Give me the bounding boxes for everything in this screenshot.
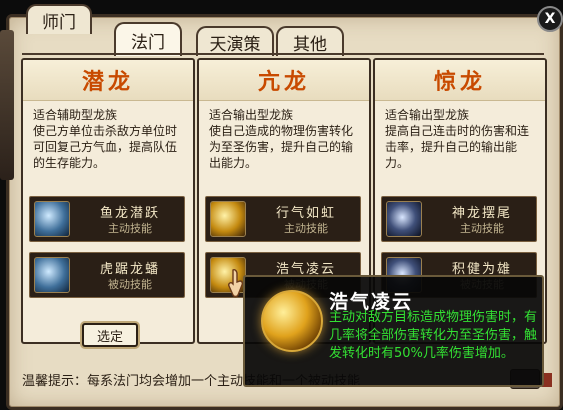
column-effect: 使自己造成的物理伤害转化为至圣伤害，提升自己的输出能力。 bbox=[209, 124, 354, 170]
skill-tooltip: 浩气凌云 主动对敌方目标造成物理伤害时，有几率将全部伤害转化为至圣伤害，触发转化… bbox=[243, 275, 544, 387]
blue-dragon-icon bbox=[34, 201, 70, 237]
skill-type: 主动技能 bbox=[460, 222, 504, 235]
skill-type: 被动技能 bbox=[108, 278, 152, 291]
column-description: 适合输出型龙族 提高自己连击时的伤害和连击率，提升自己的输出能力。 bbox=[375, 101, 545, 177]
tooltip-description: 主动对敌方目标造成物理伤害时，有几率将全部伤害转化为至圣伤害，触发转化时有50%… bbox=[329, 310, 538, 361]
column-title: 惊龙 bbox=[375, 60, 545, 101]
gold-dragon-icon bbox=[210, 201, 246, 237]
skill-shenlongbaiwei[interactable]: 神龙摆尾 主动技能 bbox=[381, 196, 537, 242]
column-title: 亢龙 bbox=[199, 60, 369, 101]
column-type: 适合输出型龙族 bbox=[209, 108, 294, 122]
tab-shimen[interactable]: 师门 bbox=[26, 4, 92, 34]
dark-dragon-icon bbox=[386, 201, 422, 237]
column-type: 适合输出型龙族 bbox=[385, 108, 470, 122]
tab-other[interactable]: 其他 bbox=[276, 26, 344, 56]
side-decoration bbox=[0, 30, 14, 180]
select-button[interactable]: 选定 bbox=[82, 323, 138, 347]
skill-name: 行气如虹 bbox=[275, 206, 336, 221]
skill-yulongqianyue[interactable]: 鱼龙潜跃 主动技能 bbox=[29, 196, 185, 242]
hand-cursor-icon bbox=[228, 269, 244, 298]
close-button[interactable]: X bbox=[537, 6, 563, 32]
column-title: 潜龙 bbox=[23, 60, 193, 101]
gold-orb-icon bbox=[261, 290, 323, 352]
skill-name: 虎踞龙蟠 bbox=[99, 262, 160, 277]
tab-famen[interactable]: 法门 bbox=[114, 22, 182, 56]
skill-type: 主动技能 bbox=[284, 222, 328, 235]
skill-name: 鱼龙潜跃 bbox=[99, 206, 160, 221]
column-type: 适合辅助型龙族 bbox=[33, 108, 118, 122]
skill-xingqiruhong[interactable]: 行气如虹 主动技能 bbox=[205, 196, 361, 242]
blue-dragon-icon bbox=[34, 257, 70, 293]
tab-tianyance[interactable]: 天演策 bbox=[196, 26, 274, 56]
skill-name: 神龙摆尾 bbox=[451, 206, 512, 221]
tab-divider bbox=[22, 53, 544, 55]
column-qianlong: 潜龙 适合辅助型龙族 使己方单位击杀敌方单位时可回复己方气血，提高队伍的生存能力… bbox=[21, 58, 195, 344]
skill-hujulongpan[interactable]: 虎踞龙蟠 被动技能 bbox=[29, 252, 185, 298]
column-description: 适合辅助型龙族 使己方单位击杀敌方单位时可回复己方气血，提高队伍的生存能力。 bbox=[23, 101, 193, 177]
column-effect: 使己方单位击杀敌方单位时可回复己方气血，提高队伍的生存能力。 bbox=[33, 124, 178, 170]
skill-type: 主动技能 bbox=[108, 222, 152, 235]
column-description: 适合输出型龙族 使自己造成的物理伤害转化为至圣伤害，提升自己的输出能力。 bbox=[199, 101, 369, 177]
column-effect: 提高自己连击时的伤害和连击率，提升自己的输出能力。 bbox=[385, 124, 530, 170]
